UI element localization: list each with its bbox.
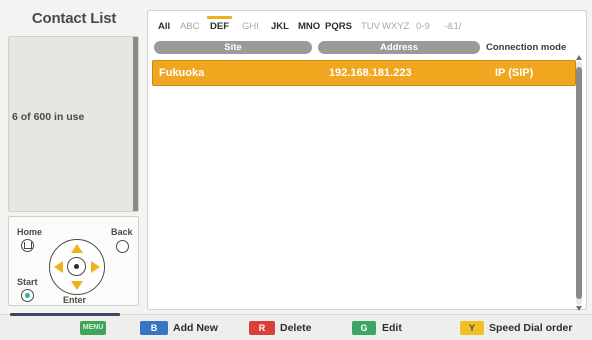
scroll-up-icon [576, 55, 582, 60]
dpad-icon [49, 239, 105, 295]
footer-divider [10, 313, 120, 316]
yellow-key[interactable]: Y [460, 321, 484, 335]
arrow-down-icon [71, 281, 83, 290]
edit-label: Edit [382, 322, 402, 334]
tab-0-9: 0-9 [416, 21, 430, 32]
column-header-address: Address [318, 41, 480, 54]
info-scrollbar[interactable] [133, 37, 138, 211]
scroll-thumb[interactable] [576, 67, 582, 299]
tab-wxyz: WXYZ [382, 21, 410, 32]
start-label: Start [17, 277, 38, 287]
page-title: Contact List [31, 10, 117, 27]
usage-count: 6 of 600 in use [12, 111, 85, 123]
cell-site: Fukuoka [159, 67, 205, 79]
enter-label: Enter [63, 295, 87, 305]
add-new-label: Add New [173, 322, 218, 334]
contact-list-panel: All ABC DEF GHI JKL MNO PQRS TUV WXYZ 0-… [147, 10, 587, 311]
scroll-down-icon [576, 306, 582, 311]
info-box: 6 of 600 in use [8, 36, 139, 212]
red-key[interactable]: R [249, 321, 275, 335]
tab-def[interactable]: DEF [207, 16, 232, 32]
home-icon [21, 239, 34, 252]
table-row[interactable]: Fukuoka 192.168.181.223 IP (SIP) [152, 60, 576, 86]
enter-icon [67, 257, 86, 276]
column-header-site: Site [154, 41, 312, 54]
blue-key[interactable]: B [140, 321, 168, 335]
start-icon [21, 289, 34, 302]
speed-dial-order-label: Speed Dial order [489, 322, 573, 334]
arrow-up-icon [71, 244, 83, 253]
home-label: Home [17, 227, 43, 237]
tab-pqrs[interactable]: PQRS [325, 21, 352, 32]
cell-address: 192.168.181.223 [329, 67, 412, 79]
delete-label: Delete [280, 322, 312, 334]
tab-symbols: -&1/ [444, 21, 462, 32]
menu-key[interactable]: MENU [80, 321, 106, 335]
tab-jkl[interactable]: JKL [271, 21, 289, 32]
left-panel: Contact List 6 of 600 in use Home Back S… [4, 4, 144, 309]
tab-ghi: GHI [242, 21, 259, 32]
cell-connection-mode: IP (SIP) [495, 67, 534, 79]
back-icon [116, 240, 129, 253]
list-scrollbar[interactable] [576, 55, 582, 311]
green-key[interactable]: G [352, 321, 376, 335]
arrow-right-icon [91, 261, 100, 273]
back-label: Back [111, 227, 133, 237]
arrow-left-icon [54, 261, 63, 273]
tab-tuv: TUV [361, 21, 380, 32]
remote-guide: Home Back Start Enter [8, 216, 139, 306]
tab-mno[interactable]: MNO [298, 21, 320, 32]
footer-key-guide: MENU B Add New R Delete G Edit Y Speed D… [0, 313, 592, 340]
column-header-connection-mode: Connection mode [486, 42, 567, 53]
tab-all[interactable]: All [158, 21, 170, 32]
tab-abc: ABC [180, 21, 200, 32]
